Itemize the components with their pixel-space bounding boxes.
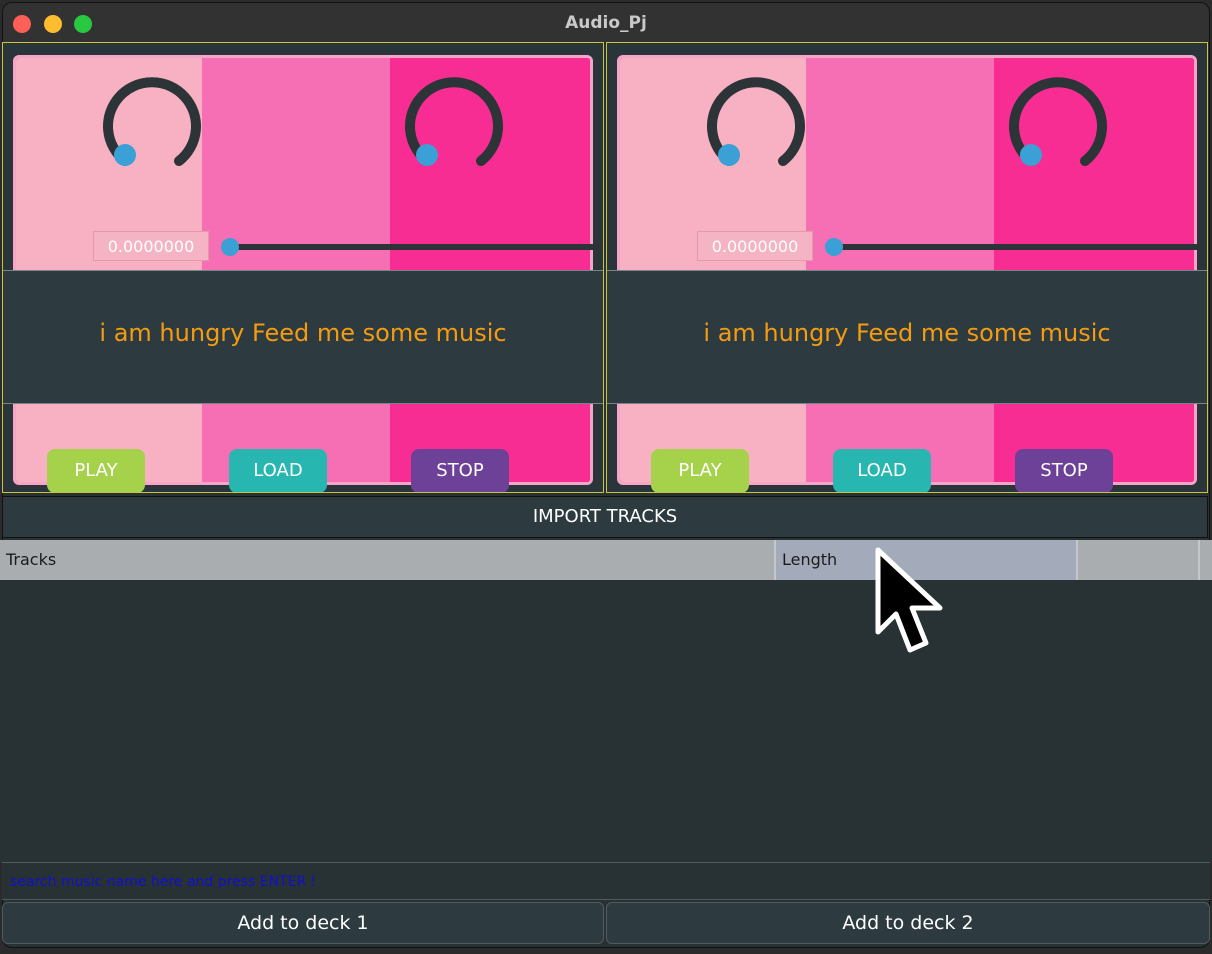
playlist-table[interactable]: [0, 580, 1212, 862]
mouse-pointer-icon: [875, 547, 943, 653]
deck-1-position-slider-thumb[interactable]: [221, 238, 239, 256]
deck-2-message: i am hungry Feed me some music: [703, 319, 1111, 347]
deck-2: 0.0000000 i am hungry Feed me some music…: [606, 42, 1208, 493]
deck-1-position-value[interactable]: 0.0000000: [93, 231, 209, 261]
deck-2-volume-knob[interactable]: [701, 63, 813, 175]
deck-2-stop-button[interactable]: STOP: [1015, 449, 1113, 492]
deck-2-position-slider-thumb[interactable]: [825, 238, 843, 256]
deck-1-stop-button[interactable]: STOP: [411, 449, 509, 492]
deck-2-position-value[interactable]: 0.0000000: [697, 231, 813, 261]
add-to-deck-1-button[interactable]: Add to deck 1: [2, 902, 604, 944]
search-input[interactable]: [8, 871, 912, 893]
deck-1-load-button[interactable]: LOAD: [229, 449, 327, 492]
window-title: Audio_Pj: [565, 13, 647, 33]
search-bar: [2, 862, 1210, 900]
deck-2-speed-knob[interactable]: [1003, 63, 1115, 175]
deck-2-load-button[interactable]: LOAD: [833, 449, 931, 492]
deck-1-message: i am hungry Feed me some music: [99, 319, 507, 347]
deck-2-position-slider-track[interactable]: [833, 244, 1207, 250]
deck-1-waveform-display[interactable]: i am hungry Feed me some music: [3, 270, 603, 404]
deck-1-speed-knob[interactable]: [399, 63, 511, 175]
deck-1-position-slider-track[interactable]: [229, 244, 603, 250]
import-tracks-button[interactable]: IMPORT TRACKS: [2, 496, 1208, 538]
deck-2-play-button[interactable]: PLAY: [651, 449, 749, 492]
deck-1-volume-knob[interactable]: [97, 63, 209, 175]
column-header-tracks[interactable]: Tracks: [0, 540, 776, 580]
deck-1: 0.0000000 i am hungry Feed me some music…: [2, 42, 604, 493]
deck-2-waveform-display[interactable]: i am hungry Feed me some music: [607, 270, 1207, 404]
column-header-extra[interactable]: [1078, 540, 1200, 580]
playlist-header: Tracks Length: [0, 540, 1212, 580]
deck-1-play-button[interactable]: PLAY: [47, 449, 145, 492]
title-bar: Audio_Pj: [3, 3, 1209, 44]
add-to-deck-2-button[interactable]: Add to deck 2: [606, 902, 1210, 944]
